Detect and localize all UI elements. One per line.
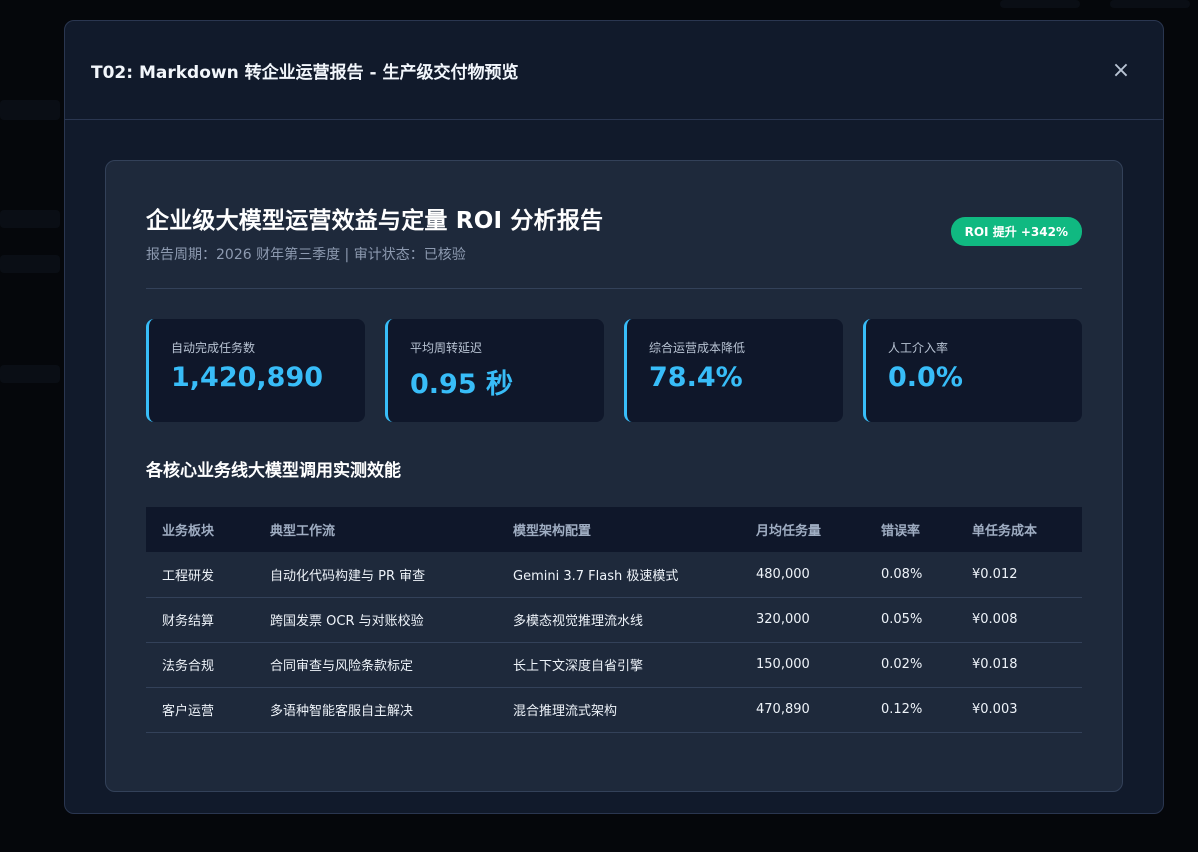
modal-title: T02: Markdown 转企业运营报告 - 生产级交付物预览 xyxy=(91,62,519,83)
kpi-card-tasks: 自动完成任务数 1,420,890 xyxy=(146,319,365,422)
report-title: 企业级大模型运营效益与定量 ROI 分析报告 xyxy=(146,208,604,234)
kpi-label: 平均周转延迟 xyxy=(410,341,483,355)
kpi-row: 自动完成任务数 1,420,890 平均周转延迟 0.95 秒 综合运营成本降低… xyxy=(146,319,1082,422)
background-element xyxy=(1000,0,1080,8)
roi-badge: ROI 提升 +342% xyxy=(950,217,1082,246)
kpi-label: 人工介入率 xyxy=(888,341,949,355)
table-cell: 混合推理流式架构 xyxy=(497,687,740,733)
modal-header: T02: Markdown 转企业运营报告 - 生产级交付物预览 × xyxy=(65,21,1163,120)
column-header: 典型工作流 xyxy=(270,524,336,539)
section-title: 各核心业务线大模型调用实测效能 xyxy=(146,461,401,481)
kpi-value: 0.95 秒 xyxy=(410,369,514,400)
table-cell: 法务合规 xyxy=(146,642,254,688)
table-cell: 470,890 xyxy=(740,687,865,733)
table-cell: 多语种智能客服自主解决 xyxy=(254,687,497,733)
background-element xyxy=(0,210,60,228)
table-cell: 0.08% xyxy=(865,552,956,598)
table-row: 客户运营 多语种智能客服自主解决 混合推理流式架构 470,890 0.12% … xyxy=(146,687,1082,733)
close-icon[interactable]: × xyxy=(1109,58,1133,83)
table-cell: ¥0.008 xyxy=(956,597,1082,643)
table-header-row: 业务板块 典型工作流 模型架构配置 月均任务量 错误率 单任务成本 xyxy=(146,507,1082,552)
kpi-label: 自动完成任务数 xyxy=(171,341,256,355)
report-card: 企业级大模型运营效益与定量 ROI 分析报告 报告周期：2026 财年第三季度 … xyxy=(105,160,1123,792)
table-cell: 工程研发 xyxy=(146,552,254,598)
modal-body: 企业级大模型运营效益与定量 ROI 分析报告 报告周期：2026 财年第三季度 … xyxy=(65,120,1163,792)
background-element xyxy=(0,255,60,273)
preview-modal: T02: Markdown 转企业运营报告 - 生产级交付物预览 × 企业级大模… xyxy=(64,20,1164,814)
kpi-card-intervention: 人工介入率 0.0% xyxy=(863,319,1082,422)
kpi-card-latency: 平均周转延迟 0.95 秒 xyxy=(385,319,604,422)
table-row: 财务结算 跨国发票 OCR 与对账校验 多模态视觉推理流水线 320,000 0… xyxy=(146,597,1082,643)
table-cell: 0.12% xyxy=(865,687,956,733)
table-cell: 财务结算 xyxy=(146,597,254,643)
table-row: 工程研发 自动化代码构建与 PR 审查 Gemini 3.7 Flash 极速模… xyxy=(146,552,1082,598)
efficiency-table: 业务板块 典型工作流 模型架构配置 月均任务量 错误率 单任务成本 工程研发 自… xyxy=(146,507,1082,733)
column-header: 月均任务量 xyxy=(756,524,822,539)
kpi-value: 0.0% xyxy=(888,362,963,393)
table-cell: Gemini 3.7 Flash 极速模式 xyxy=(497,552,740,598)
kpi-value: 78.4% xyxy=(649,362,743,393)
column-header: 错误率 xyxy=(881,524,921,539)
table-cell: 跨国发票 OCR 与对账校验 xyxy=(254,597,497,643)
table-cell: 客户运营 xyxy=(146,687,254,733)
kpi-label: 综合运营成本降低 xyxy=(649,341,746,355)
table-cell: 0.05% xyxy=(865,597,956,643)
report-header: 企业级大模型运营效益与定量 ROI 分析报告 报告周期：2026 财年第三季度 … xyxy=(146,201,1082,264)
table-cell: ¥0.012 xyxy=(956,552,1082,598)
table-cell: 合同审查与风险条款标定 xyxy=(254,642,497,688)
column-header: 业务板块 xyxy=(162,524,215,539)
kpi-value: 1,420,890 xyxy=(171,362,324,393)
table-cell: 自动化代码构建与 PR 审查 xyxy=(254,552,497,598)
table-cell: 320,000 xyxy=(740,597,865,643)
table-cell: 150,000 xyxy=(740,642,865,688)
table-cell: ¥0.003 xyxy=(956,687,1082,733)
background-element xyxy=(0,365,60,383)
column-header: 模型架构配置 xyxy=(513,524,592,539)
table-cell: 长上下文深度自省引擎 xyxy=(497,642,740,688)
divider xyxy=(146,288,1082,289)
table-cell: 480,000 xyxy=(740,552,865,598)
background-element xyxy=(1110,0,1190,8)
table-cell: 多模态视觉推理流水线 xyxy=(497,597,740,643)
table-row: 法务合规 合同审查与风险条款标定 长上下文深度自省引擎 150,000 0.02… xyxy=(146,642,1082,688)
table-cell: ¥0.018 xyxy=(956,642,1082,688)
report-subtitle: 报告周期：2026 财年第三季度 | 审计状态：已核验 xyxy=(146,247,466,263)
report-heading: 企业级大模型运营效益与定量 ROI 分析报告 报告周期：2026 财年第三季度 … xyxy=(146,201,603,264)
kpi-card-cost: 综合运营成本降低 78.4% xyxy=(624,319,843,422)
background-element xyxy=(0,100,60,120)
table-cell: 0.02% xyxy=(865,642,956,688)
column-header: 单任务成本 xyxy=(972,524,1038,539)
